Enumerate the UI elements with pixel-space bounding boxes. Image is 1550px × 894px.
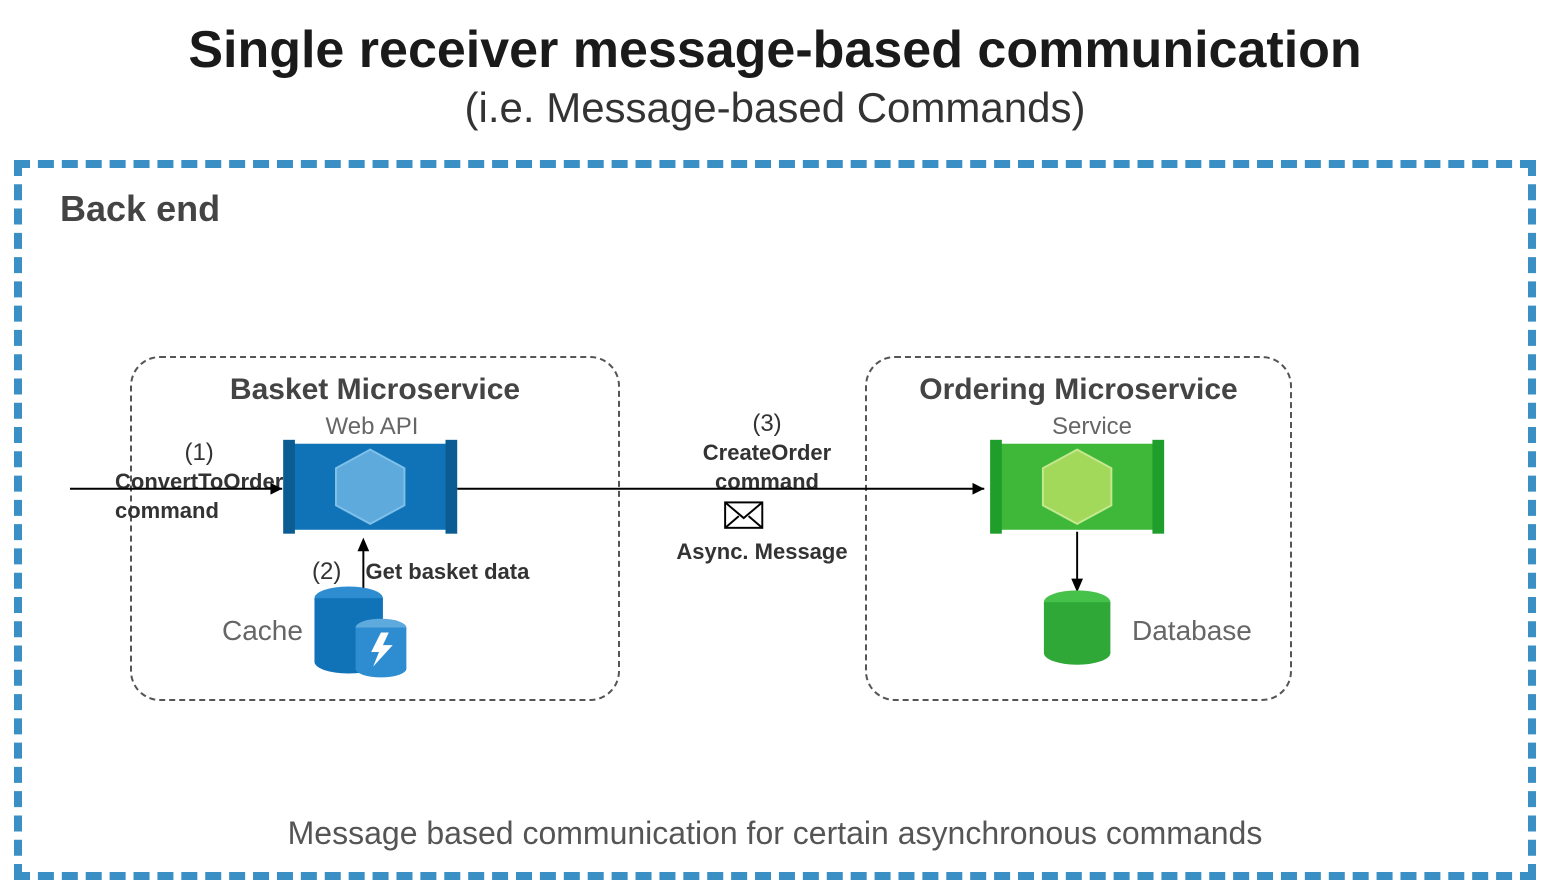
step-3: (3) CreateOrdercommand [682, 408, 852, 496]
step-1-num: (1) [115, 437, 283, 468]
step-3-bottom: Async. Message [647, 538, 877, 567]
step-2-text: Get basket data [365, 559, 529, 584]
basket-service-label: Web API [312, 413, 432, 441]
envelope-icon [725, 502, 762, 527]
title-block: Single receiver message-based communicat… [0, 0, 1550, 132]
ordering-microservice-box: Ordering Microservice [865, 356, 1292, 701]
step-2-num: (2) [312, 558, 341, 585]
step-3-text-top: CreateOrdercommand [682, 439, 852, 496]
ordering-service-label: Service [1032, 413, 1152, 441]
step-1-text: ConvertToOrdercommand [115, 468, 283, 525]
backend-label: Back end [60, 188, 220, 230]
backend-box: Back end Basket Microservice Ordering Mi… [14, 160, 1536, 880]
step-2: (2) Get basket data [312, 556, 529, 587]
main-title: Single receiver message-based communicat… [0, 20, 1550, 80]
step-1: (1) ConvertToOrdercommand [115, 437, 283, 525]
ordering-title: Ordering Microservice [867, 373, 1290, 407]
database-label: Database [1132, 615, 1252, 647]
cache-label: Cache [222, 615, 303, 647]
step-3-num: (3) [682, 408, 852, 439]
basket-microservice-box: Basket Microservice [130, 356, 620, 701]
subtitle: (i.e. Message-based Commands) [0, 84, 1550, 132]
caption: Message based communication for certain … [22, 815, 1528, 852]
basket-title: Basket Microservice [132, 373, 618, 407]
